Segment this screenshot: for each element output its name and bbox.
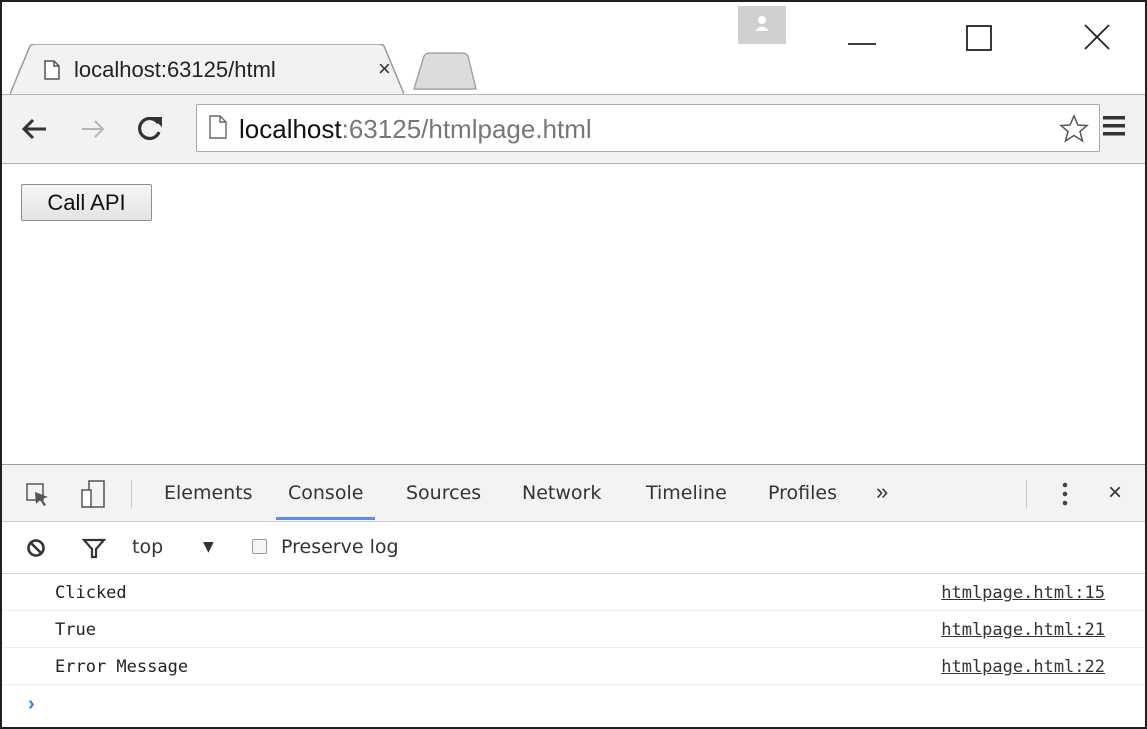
url-path: :63125/htmlpage.html xyxy=(341,114,592,144)
tab-network[interactable]: Network xyxy=(522,482,601,504)
console-prompt-icon[interactable]: › xyxy=(28,693,35,716)
new-tab-button[interactable] xyxy=(412,52,478,90)
toolbar-divider-right xyxy=(1026,480,1027,508)
star-icon[interactable] xyxy=(1059,114,1089,144)
browser-window: localhost:63125/html × localhost:63125/h… xyxy=(0,0,1147,729)
more-tabs-icon[interactable]: » xyxy=(876,479,888,505)
url-text[interactable]: localhost:63125/htmlpage.html xyxy=(239,114,592,145)
context-selector[interactable]: top xyxy=(132,536,163,558)
preserve-log-label: Preserve log xyxy=(281,536,399,558)
log-source-link[interactable]: htmlpage.html:21 xyxy=(941,620,1105,640)
call-api-button[interactable]: Call API xyxy=(21,184,152,221)
tab-timeline[interactable]: Timeline xyxy=(646,482,727,504)
menu-icon[interactable] xyxy=(1100,113,1128,139)
title-bar: localhost:63125/html × xyxy=(2,2,1145,94)
inspect-element-icon[interactable] xyxy=(26,483,50,507)
tab-title: localhost:63125/html xyxy=(74,57,276,82)
devtools-close-icon[interactable]: × xyxy=(1108,479,1122,507)
back-arrow-icon[interactable] xyxy=(20,117,50,141)
tab-profiles[interactable]: Profiles xyxy=(768,482,837,504)
log-message: True xyxy=(55,620,96,640)
browser-tab[interactable]: localhost:63125/html × xyxy=(10,44,404,94)
address-bar[interactable]: localhost:63125/htmlpage.html xyxy=(196,104,1100,152)
url-host: localhost xyxy=(239,114,342,144)
tab-console[interactable]: Console xyxy=(275,482,376,520)
console-toolbar: top ▼ Preserve log xyxy=(2,522,1145,574)
log-source-link[interactable]: htmlpage.html:15 xyxy=(941,583,1105,603)
profile-button[interactable] xyxy=(738,6,786,44)
devtools-tab-bar: Elements Console Sources Network Timelin… xyxy=(2,465,1145,522)
kebab-menu-icon[interactable] xyxy=(1060,481,1070,509)
dropdown-arrow-icon[interactable]: ▼ xyxy=(203,539,214,555)
log-message: Clicked xyxy=(55,583,127,603)
person-icon xyxy=(755,16,769,31)
toolbar-divider xyxy=(131,480,132,508)
tab-close-icon[interactable]: × xyxy=(378,56,391,82)
preserve-log-checkbox[interactable] xyxy=(252,539,267,554)
maximize-icon[interactable] xyxy=(950,12,1010,56)
page-viewport: Call API xyxy=(2,164,1145,464)
tab-elements[interactable]: Elements xyxy=(164,482,253,504)
clear-console-icon[interactable] xyxy=(26,538,46,558)
browser-toolbar: localhost:63125/htmlpage.html xyxy=(2,94,1145,164)
filter-icon[interactable] xyxy=(82,537,106,559)
tab-sources[interactable]: Sources xyxy=(406,482,481,504)
log-entry: True htmlpage.html:21 xyxy=(2,611,1145,648)
reload-icon[interactable] xyxy=(136,114,164,142)
window-close-icon[interactable] xyxy=(1068,12,1128,56)
devtools-panel: Elements Console Sources Network Timelin… xyxy=(2,464,1145,727)
log-entry: Clicked htmlpage.html:15 xyxy=(2,574,1145,611)
page-icon xyxy=(44,60,60,80)
device-mode-icon[interactable] xyxy=(80,480,106,508)
log-source-link[interactable]: htmlpage.html:22 xyxy=(941,657,1105,677)
minimize-icon[interactable] xyxy=(832,12,892,56)
console-log: Clicked htmlpage.html:15 True htmlpage.h… xyxy=(2,574,1145,715)
log-entry: Error Message htmlpage.html:22 xyxy=(2,648,1145,685)
page-info-icon xyxy=(209,115,227,139)
forward-arrow-icon[interactable] xyxy=(78,117,108,141)
log-message: Error Message xyxy=(55,657,189,677)
